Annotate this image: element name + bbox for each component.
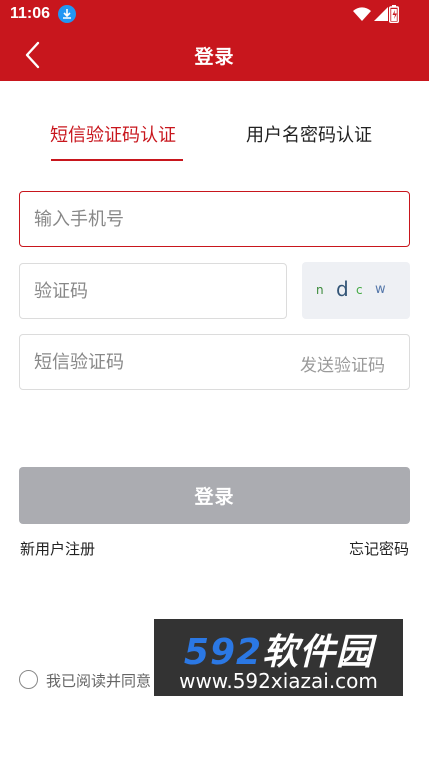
watermark-brand-text: 软件园 <box>262 632 374 673</box>
wifi-icon <box>353 7 371 21</box>
phone-field <box>19 191 410 247</box>
login-button[interactable]: 登录 <box>19 467 410 524</box>
download-icon <box>58 5 76 23</box>
signal-icon <box>374 7 388 21</box>
watermark-url: www.592xiazai.com <box>179 669 378 693</box>
tab-password-auth[interactable]: 用户名密码认证 <box>246 121 372 147</box>
captcha-char: n <box>316 283 324 297</box>
captcha-char: d <box>336 277 349 301</box>
watermark-brand: 592软件园 <box>154 623 403 675</box>
captcha-input[interactable] <box>20 264 286 318</box>
watermark-logo: 592软件园 www.592xiazai.com <box>154 619 403 696</box>
captcha-image[interactable]: n d c w <box>302 262 410 319</box>
register-link[interactable]: 新用户注册 <box>20 538 95 559</box>
phone-input[interactable] <box>20 192 409 246</box>
agreement-text: 我已阅读并同意 <box>46 672 152 690</box>
agreement-radio[interactable] <box>19 670 38 689</box>
battery-icon <box>388 5 400 27</box>
tab-underline <box>51 159 183 161</box>
page-title: 登录 <box>194 46 235 68</box>
tab-sms-auth[interactable]: 短信验证码认证 <box>50 121 176 147</box>
status-bar: 11:06 <box>0 0 429 28</box>
status-time: 11:06 <box>10 5 51 22</box>
sms-field: 发送验证码 <box>19 334 410 390</box>
send-code-button[interactable]: 发送验证码 <box>300 351 385 376</box>
app-header: 11:06 登录 <box>0 0 429 81</box>
captcha-char: c <box>356 283 363 297</box>
forgot-password-link[interactable]: 忘记密码 <box>349 538 409 559</box>
captcha-char: w <box>375 282 386 297</box>
code-field <box>19 263 287 319</box>
watermark-brand-num: 592 <box>183 632 263 673</box>
